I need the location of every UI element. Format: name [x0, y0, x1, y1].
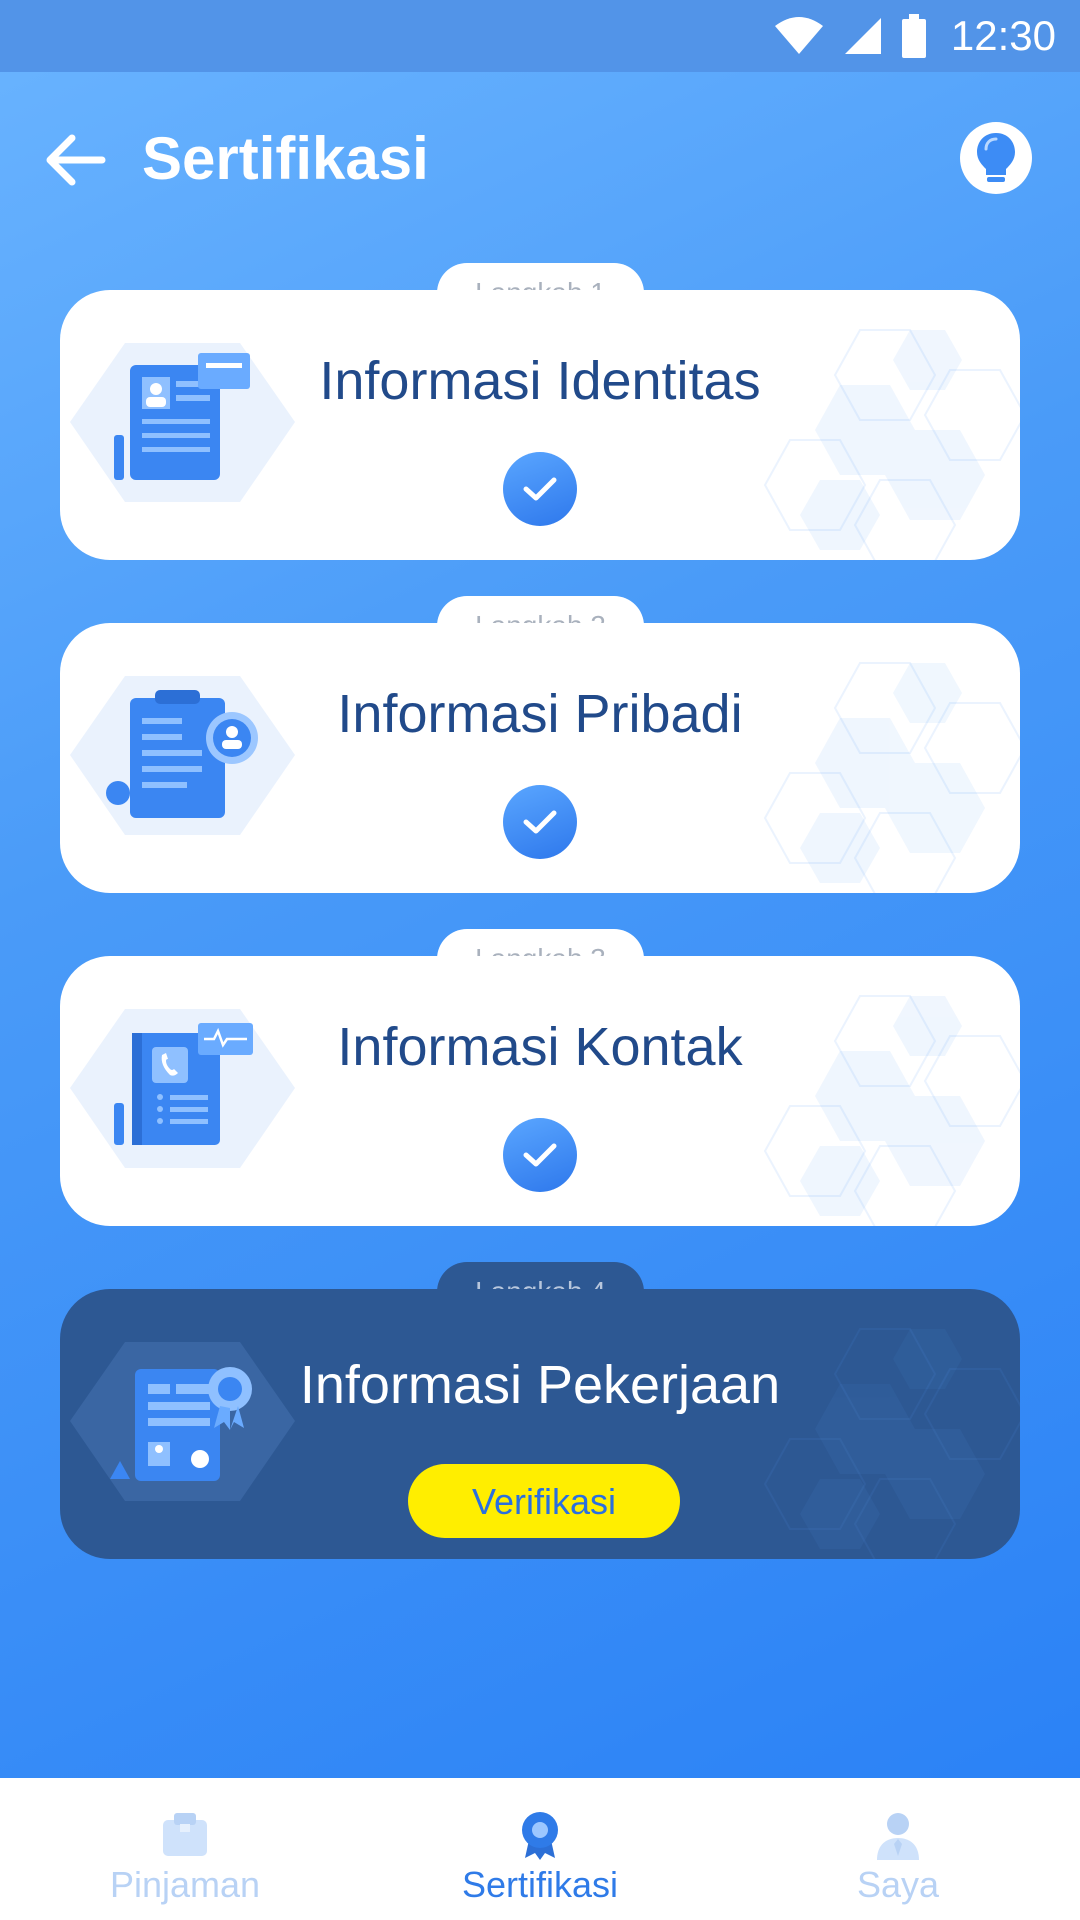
step-title: Informasi Pribadi [337, 684, 743, 744]
step-card-employment[interactable]: Langkah 4 Informasi Pekerjaan Verifikasi [60, 1262, 1020, 1559]
step-card-body: Informasi Identitas [60, 290, 1020, 560]
hexagon-decoration [760, 1289, 1020, 1559]
check-icon [503, 452, 577, 526]
nav-item-sertifikasi[interactable]: Sertifikasi [360, 1778, 720, 1920]
check-icon [503, 1118, 577, 1192]
battery-icon [901, 14, 926, 58]
check-icon [503, 785, 577, 859]
cellular-signal-icon [844, 18, 881, 54]
tips-button[interactable] [960, 122, 1032, 194]
lightbulb-icon [977, 133, 1015, 182]
step-card-personal[interactable]: Langkah 2 Informasi Pribadi [60, 596, 1020, 893]
wallet-icon [163, 1813, 207, 1856]
hexagon-decoration [760, 956, 1020, 1226]
step-card-body: Informasi Kontak [60, 956, 1020, 1226]
back-button[interactable] [42, 128, 112, 192]
nav-label: Pinjaman [109, 1864, 261, 1905]
clock: 12:30 [950, 12, 1056, 59]
badge-icon [522, 1812, 558, 1860]
bottom-navigation: Pinjaman Sertifikasi Saya [0, 1778, 1080, 1920]
app-header: Sertifikasi [0, 100, 1080, 220]
page-title: Sertifikasi [142, 125, 429, 192]
hexagon-decoration [760, 290, 1020, 560]
step-title: Informasi Pekerjaan [299, 1355, 781, 1415]
verify-button[interactable]: Verifikasi [408, 1464, 680, 1538]
nav-item-saya[interactable]: Saya [718, 1778, 1078, 1920]
arrow-left-icon [46, 134, 106, 186]
hexagon-decoration [760, 623, 1020, 893]
step-card-body: Informasi Pekerjaan Verifikasi [60, 1289, 1020, 1559]
nav-label: Sertifikasi [461, 1864, 619, 1905]
wifi-icon [774, 17, 823, 54]
step-title: Informasi Identitas [319, 351, 761, 411]
nav-item-pinjaman[interactable]: Pinjaman [5, 1778, 365, 1920]
person-icon [877, 1813, 919, 1860]
step-card-contact[interactable]: Langkah 3 Informasi Kontak [60, 929, 1020, 1226]
status-bar: 12:30 [0, 0, 1080, 72]
step-card-identity[interactable]: Langkah 1 Informasi Identitas [60, 263, 1020, 560]
nav-label: Saya [856, 1864, 940, 1905]
step-title: Informasi Kontak [337, 1017, 743, 1077]
step-card-body: Informasi Pribadi [60, 623, 1020, 893]
